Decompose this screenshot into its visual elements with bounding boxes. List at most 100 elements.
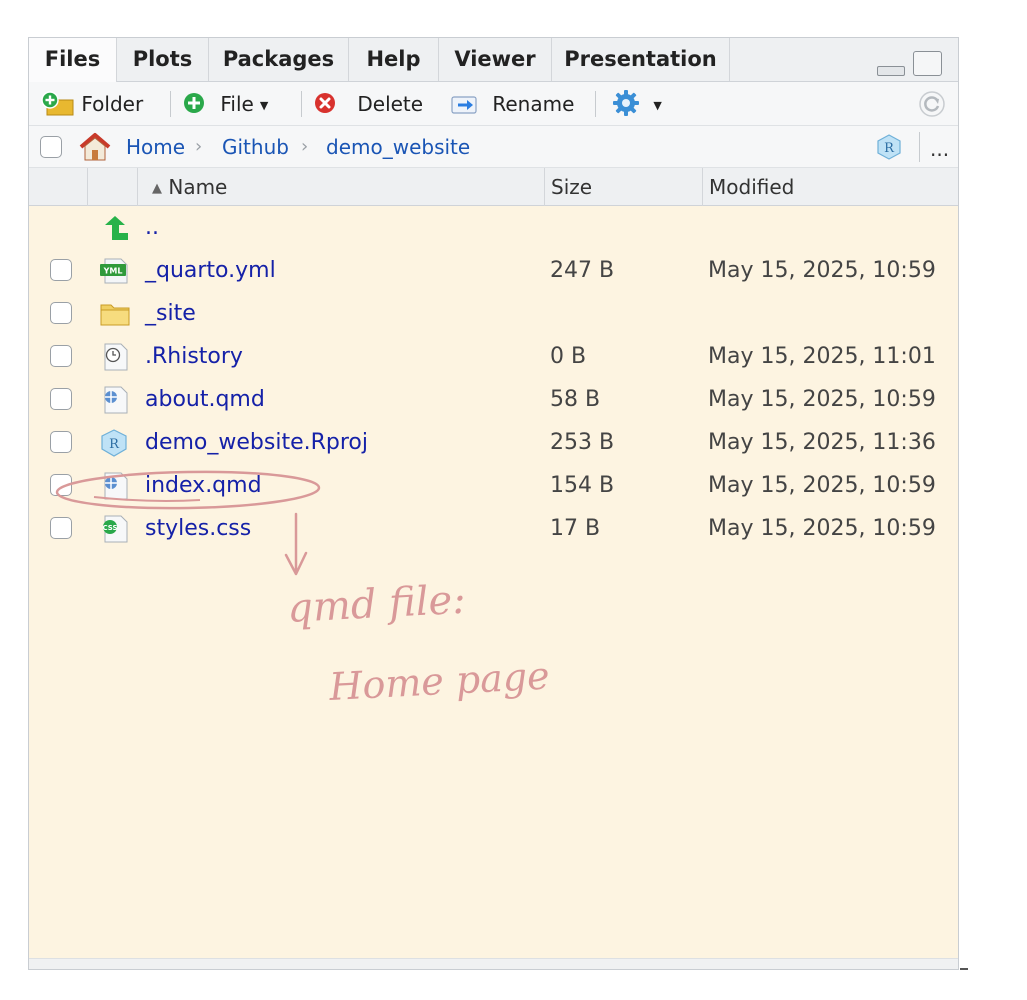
minimize-pane-icon[interactable] — [877, 66, 905, 76]
tab-files[interactable]: Files — [29, 38, 117, 82]
table-row[interactable]: R demo_website.Rproj 253 B May 15, 2025,… — [29, 421, 958, 464]
more-path-button[interactable]: ... — [930, 126, 949, 168]
select-all-checkbox[interactable] — [40, 136, 62, 158]
files-toolbar: Folder File ▼ Delete Rename ▼ — [29, 82, 958, 126]
breadcrumb: Home › Github › demo_website R ... — [29, 126, 958, 168]
file-modified: May 15, 2025, 11:36 — [708, 430, 936, 455]
new-folder-label: Folder — [81, 92, 144, 116]
size-column-label: Size — [551, 175, 593, 199]
file-name[interactable]: styles.css — [145, 507, 251, 550]
tab-packages[interactable]: Packages — [209, 38, 349, 81]
file-list-header: ▲ Name Size Modified — [29, 168, 958, 206]
modified-column-header[interactable]: Modified — [702, 168, 960, 206]
css-file-icon: CSS — [102, 515, 128, 543]
parent-directory-icon — [105, 216, 128, 240]
name-column-label: Name — [168, 175, 228, 199]
breadcrumb-demo-website[interactable]: demo_website — [326, 126, 470, 168]
refresh-button[interactable] — [917, 82, 947, 126]
rename-button[interactable]: Rename — [450, 82, 574, 126]
toolbar-divider — [301, 91, 302, 117]
file-name[interactable]: _quarto.yml — [145, 249, 276, 292]
history-file-icon — [104, 343, 128, 371]
quarto-file-icon — [104, 386, 128, 414]
rproj-icon[interactable]: R — [875, 133, 903, 161]
table-row[interactable]: .Rhistory 0 B May 15, 2025, 11:01 — [29, 335, 958, 378]
breadcrumb-separator: › — [195, 136, 203, 157]
row-checkbox[interactable] — [50, 474, 72, 496]
gear-icon — [613, 90, 639, 116]
file-size: 17 B — [550, 516, 601, 541]
size-column-header[interactable]: Size — [544, 168, 702, 206]
file-modified: May 15, 2025, 10:59 — [708, 387, 936, 412]
new-file-label: File — [220, 92, 254, 116]
chevron-down-icon: ▼ — [653, 99, 662, 112]
row-checkbox[interactable] — [50, 388, 72, 410]
toolbar-divider — [170, 91, 171, 117]
file-name[interactable]: .. — [145, 206, 159, 249]
row-checkbox[interactable] — [50, 345, 72, 367]
tab-presentation[interactable]: Presentation — [552, 38, 730, 81]
yml-file-icon: YML — [100, 258, 128, 284]
icon-column-header — [87, 168, 137, 206]
add-circle-icon — [184, 93, 204, 113]
delete-button[interactable]: Delete — [313, 82, 423, 126]
svg-text:CSS: CSS — [102, 524, 117, 532]
refresh-icon — [919, 91, 945, 117]
table-row[interactable]: _site — [29, 292, 958, 335]
new-file-button[interactable]: File ▼ — [182, 82, 268, 126]
svg-text:YML: YML — [103, 267, 123, 276]
quarto-file-icon — [104, 472, 128, 500]
tab-help[interactable]: Help — [349, 38, 439, 81]
table-row[interactable]: about.qmd 58 B May 15, 2025, 10:59 — [29, 378, 958, 421]
new-folder-button[interactable]: Folder — [41, 82, 143, 126]
maximize-pane-icon[interactable] — [913, 51, 942, 76]
table-row[interactable]: .. — [29, 206, 958, 249]
horizontal-scrollbar[interactable] — [29, 958, 958, 969]
toolbar-divider — [595, 91, 596, 117]
row-checkbox[interactable] — [50, 259, 72, 281]
file-modified: May 15, 2025, 10:59 — [708, 516, 936, 541]
file-name[interactable]: .Rhistory — [145, 335, 243, 378]
file-name[interactable]: index.qmd — [145, 464, 262, 507]
row-checkbox[interactable] — [50, 302, 72, 324]
files-pane: Files Plots Packages Help Viewer Present… — [28, 37, 959, 970]
folder-name[interactable]: _site — [145, 292, 196, 335]
breadcrumb-separator: › — [301, 136, 309, 157]
sort-ascending-icon: ▲ — [152, 181, 162, 196]
row-checkbox[interactable] — [50, 431, 72, 453]
modified-column-label: Modified — [709, 175, 795, 199]
file-modified: May 15, 2025, 10:59 — [708, 473, 936, 498]
file-size: 247 B — [550, 258, 615, 283]
file-modified: May 15, 2025, 10:59 — [708, 258, 936, 283]
svg-text:R: R — [109, 437, 120, 452]
row-checkbox[interactable] — [50, 517, 72, 539]
rename-label: Rename — [492, 92, 575, 116]
tab-viewer[interactable]: Viewer — [439, 38, 552, 81]
rproj-file-icon: R — [101, 429, 127, 457]
name-column-header[interactable]: ▲ Name — [137, 168, 544, 206]
chevron-down-icon: ▼ — [259, 99, 269, 112]
more-actions-menu[interactable]: ▼ — [611, 82, 662, 126]
delete-icon — [315, 93, 335, 113]
table-row[interactable]: CSS styles.css 17 B May 15, 2025, 10:59 — [29, 507, 958, 550]
toolbar-divider — [919, 132, 920, 162]
folder-icon — [100, 304, 130, 326]
file-size: 154 B — [550, 473, 615, 498]
rename-icon — [451, 96, 477, 114]
tab-plots[interactable]: Plots — [117, 38, 209, 81]
table-row[interactable]: index.qmd 154 B May 15, 2025, 10:59 — [29, 464, 958, 507]
new-folder-icon — [41, 91, 74, 116]
file-name[interactable]: demo_website.Rproj — [145, 421, 368, 464]
file-size: 58 B — [550, 387, 601, 412]
file-modified: May 15, 2025, 11:01 — [708, 344, 936, 369]
tab-bar: Files Plots Packages Help Viewer Present… — [29, 38, 958, 82]
home-icon[interactable] — [77, 131, 113, 163]
breadcrumb-home[interactable]: Home — [126, 126, 185, 168]
breadcrumb-github[interactable]: Github — [222, 126, 289, 168]
file-size: 0 B — [550, 344, 587, 369]
table-row[interactable]: YML _quarto.yml 247 B May 15, 2025, 10:5… — [29, 249, 958, 292]
resize-handle-icon[interactable] — [960, 968, 968, 970]
file-size: 253 B — [550, 430, 615, 455]
svg-text:R: R — [884, 141, 895, 156]
file-name[interactable]: about.qmd — [145, 378, 265, 421]
